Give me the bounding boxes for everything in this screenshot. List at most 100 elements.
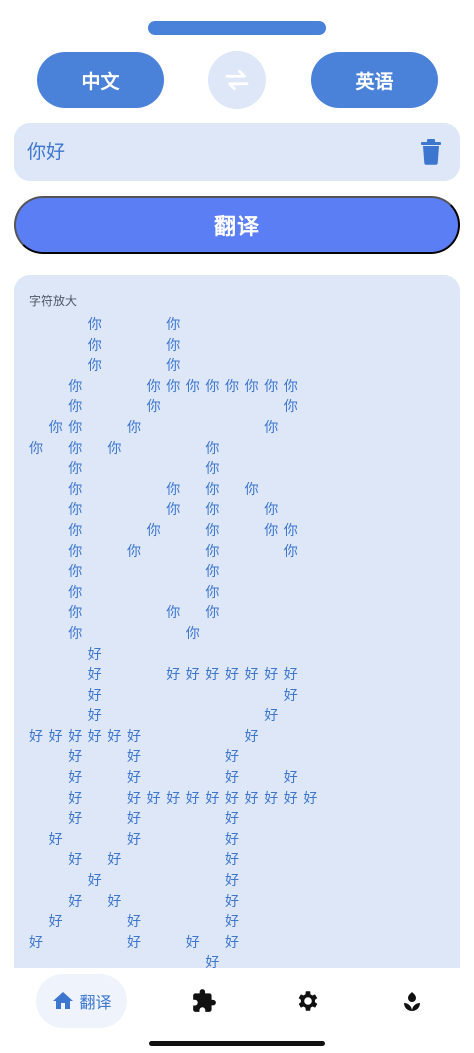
art-glyph: 好	[185, 934, 200, 951]
art-glyph: 好	[225, 831, 239, 848]
nav-translate-tab[interactable]: 翻译	[36, 974, 127, 1028]
art-glyph: 你	[48, 419, 63, 436]
art-glyph: 你	[205, 378, 220, 395]
home-icon	[53, 992, 74, 1009]
art-glyph: 好	[107, 728, 122, 745]
art-glyph: 你	[87, 317, 102, 333]
art-glyph: 好	[87, 873, 102, 890]
art-glyph: 你	[205, 502, 220, 519]
art-glyph: 好	[29, 728, 43, 745]
art-glyph: 好	[87, 708, 102, 725]
art-glyph: 好	[127, 790, 141, 807]
art-glyph: 好	[29, 934, 43, 951]
art-glyph: 你	[68, 461, 83, 478]
trash-icon[interactable]	[420, 139, 442, 165]
nav-plugins-tab[interactable]	[189, 986, 219, 1016]
art-glyph: 你	[205, 481, 220, 498]
art-glyph: 好	[107, 893, 122, 910]
art-glyph: 好	[48, 831, 63, 848]
art-glyph: 你	[68, 584, 83, 601]
art-glyph: 你	[264, 502, 279, 519]
art-glyph: 你	[87, 358, 102, 375]
art-glyph: 好	[225, 893, 239, 910]
art-glyph: 好	[283, 667, 298, 684]
result-card: 字符放大 你你你你你你你你你你你你你你你你你你你你你你你你你你你你你你你你你你你…	[14, 275, 460, 975]
art-glyph: 你	[146, 399, 161, 416]
puzzle-icon	[193, 989, 216, 1012]
flower-icon	[404, 992, 420, 1011]
art-glyph: 好	[225, 914, 239, 931]
translate-button[interactable]: 翻译	[14, 196, 460, 254]
nav-flower-tab[interactable]	[397, 986, 427, 1016]
art-glyph: 好	[264, 708, 279, 725]
art-glyph: 你	[166, 317, 181, 333]
art-glyph: 你	[68, 502, 83, 519]
art-glyph: 你	[264, 419, 279, 436]
gear-icon	[298, 991, 318, 1011]
art-glyph: 你	[244, 481, 259, 498]
art-glyph: 好	[127, 914, 141, 931]
art-glyph: 好	[87, 667, 102, 684]
art-glyph: 好	[283, 770, 298, 787]
art-glyph: 你	[264, 378, 279, 395]
art-glyph: 好	[68, 811, 83, 828]
art-glyph: 你	[68, 399, 83, 416]
art-glyph: 你	[68, 605, 83, 622]
art-glyph: 你	[185, 625, 200, 642]
swap-languages-button[interactable]	[208, 51, 266, 109]
art-glyph: 你	[166, 358, 181, 375]
art-glyph: 你	[146, 378, 161, 395]
art-glyph: 你	[205, 522, 220, 539]
art-glyph: 好	[205, 667, 220, 684]
art-glyph: 好	[225, 811, 239, 828]
art-glyph: 好	[68, 852, 83, 869]
art-glyph: 你	[127, 543, 141, 560]
art-glyph: 你	[205, 584, 220, 601]
home-indicator	[149, 1041, 325, 1046]
art-glyph: 你	[205, 564, 220, 581]
art-glyph: 你	[166, 502, 181, 519]
art-glyph: 好	[225, 873, 239, 890]
art-glyph: 好	[185, 790, 200, 807]
art-glyph: 你	[68, 543, 83, 560]
art-glyph: 好	[225, 770, 239, 787]
art-glyph: 你	[127, 419, 141, 436]
art-glyph: 你	[68, 419, 83, 436]
art-glyph: 好	[244, 728, 259, 745]
art-glyph: 好	[127, 749, 141, 766]
art-glyph: 你	[68, 522, 83, 539]
art-glyph: 你	[185, 378, 200, 395]
art-glyph: 你	[68, 625, 83, 642]
target-language-button[interactable]: 英语	[311, 52, 438, 108]
art-glyph: 好	[264, 667, 279, 684]
input-text: 你好	[27, 141, 66, 163]
art-glyph: 好	[185, 667, 200, 684]
art-glyph: 好	[127, 831, 141, 848]
art-glyph: 你	[68, 564, 83, 581]
art-glyph: 好	[127, 811, 141, 828]
art-glyph: 好	[87, 728, 102, 745]
art-glyph: 你	[205, 461, 220, 478]
art-glyph: 你	[283, 399, 298, 416]
text-input-field[interactable]: 你好	[14, 123, 460, 181]
art-glyph: 你	[205, 543, 220, 560]
art-glyph: 好	[303, 790, 318, 807]
art-glyph: 你	[68, 440, 83, 457]
art-glyph: 好	[166, 790, 181, 807]
art-glyph: 好	[225, 790, 239, 807]
nav-settings-tab[interactable]	[293, 986, 323, 1016]
art-glyph: 好	[225, 934, 239, 951]
art-glyph: 好	[107, 852, 122, 869]
art-glyph: 好	[225, 749, 239, 766]
art-glyph: 好	[68, 770, 83, 787]
art-glyph: 好	[146, 790, 161, 807]
art-glyph: 好	[87, 687, 102, 704]
art-glyph: 好	[127, 770, 141, 787]
art-glyph: 你	[205, 440, 220, 457]
art-glyph: 你	[264, 522, 279, 539]
source-language-button[interactable]: 中文	[37, 52, 164, 108]
art-glyph: 你	[146, 522, 161, 539]
swap-arrows-icon	[225, 69, 249, 91]
art-glyph: 好	[205, 790, 220, 807]
art-glyph: 好	[283, 687, 298, 704]
